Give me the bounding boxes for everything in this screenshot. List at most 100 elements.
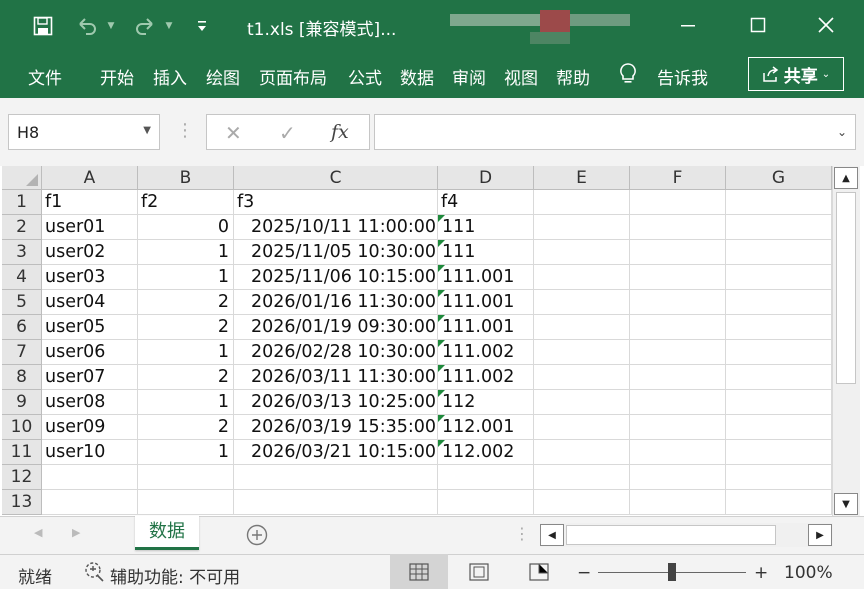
cell-c2[interactable]: 2025/10/11 11:00:00 [234,215,438,240]
cell-a4[interactable]: user03 [42,265,138,290]
cell-b3[interactable]: 1 [138,240,234,265]
page-layout-view-icon[interactable] [450,554,508,589]
cell-e12[interactable] [534,465,630,490]
share-button[interactable]: 共享 ⌄ [748,57,844,91]
cell-b9[interactable]: 1 [138,390,234,415]
error-indicator-icon[interactable] [438,390,445,397]
enter-icon[interactable]: ✓ [279,121,296,145]
cell-a3[interactable]: user02 [42,240,138,265]
cell-e9[interactable] [534,390,630,415]
cell-g6[interactable] [726,315,832,340]
cell-g8[interactable] [726,365,832,390]
cell-d3[interactable]: 111 [438,240,534,265]
error-indicator-icon[interactable] [438,215,445,222]
cell-f5[interactable] [630,290,726,315]
cell-a10[interactable]: user09 [42,415,138,440]
cell-f10[interactable] [630,415,726,440]
cell-e7[interactable] [534,340,630,365]
cell-a2[interactable]: user01 [42,215,138,240]
cell-g3[interactable] [726,240,832,265]
save-icon[interactable] [28,12,58,40]
horizontal-scroll-thumb[interactable] [566,525,776,545]
cell-g4[interactable] [726,265,832,290]
cell-e4[interactable] [534,265,630,290]
cell-f4[interactable] [630,265,726,290]
cell-g2[interactable] [726,215,832,240]
scroll-up-icon[interactable]: ▲ [834,167,858,189]
cell-f6[interactable] [630,315,726,340]
accessibility-status[interactable]: 辅助功能: 不可用 [110,563,240,588]
cell-g13[interactable] [726,490,832,515]
cell-a1[interactable]: f1 [42,190,138,215]
cell-d2[interactable]: 111 [438,215,534,240]
cell-e6[interactable] [534,315,630,340]
cell-a5[interactable]: user04 [42,290,138,315]
tab-review[interactable]: 审阅 [452,64,486,89]
row-header[interactable]: 10 [2,415,42,440]
close-icon[interactable] [802,8,850,42]
zoom-level[interactable]: 100% [784,563,833,583]
minimize-icon[interactable] [664,8,712,42]
cell-e13[interactable] [534,490,630,515]
customize-icon[interactable] [192,12,212,40]
cell-f3[interactable] [630,240,726,265]
row-header[interactable]: 2 [2,215,42,240]
error-indicator-icon[interactable] [438,240,445,247]
cell-f12[interactable] [630,465,726,490]
scroll-right-icon[interactable]: ▶ [808,524,832,546]
cell-a12[interactable] [42,465,138,490]
cell-b12[interactable] [138,465,234,490]
cell-e8[interactable] [534,365,630,390]
tell-me-search[interactable]: 告诉我 [657,64,708,89]
row-header[interactable]: 1 [2,190,42,215]
formula-input[interactable]: ⌄ [374,114,856,150]
cell-b1[interactable]: f2 [138,190,234,215]
tab-formulas[interactable]: 公式 [348,64,382,89]
cell-c8[interactable]: 2026/03/11 11:30:00 [234,365,438,390]
cell-a13[interactable] [42,490,138,515]
error-indicator-icon[interactable] [438,265,445,272]
row-header[interactable]: 12 [2,465,42,490]
cell-g11[interactable] [726,440,832,465]
sheet-tab-data[interactable]: 数据 [135,516,199,550]
next-sheet-icon[interactable]: ▶ [72,526,80,539]
cell-d7[interactable]: 111.002 [438,340,534,365]
page-break-view-icon[interactable] [510,554,568,589]
cell-d8[interactable]: 111.002 [438,365,534,390]
cell-e2[interactable] [534,215,630,240]
cell-e5[interactable] [534,290,630,315]
cell-d12[interactable] [438,465,534,490]
error-indicator-icon[interactable] [438,290,445,297]
cell-c6[interactable]: 2026/01/19 09:30:00 [234,315,438,340]
zoom-slider-thumb[interactable] [668,563,676,581]
row-header[interactable]: 6 [2,315,42,340]
tab-page-layout[interactable]: 页面布局 [259,64,327,89]
column-header-f[interactable]: F [630,166,726,190]
error-indicator-icon[interactable] [438,415,445,422]
cell-c9[interactable]: 2026/03/13 10:25:00 [234,390,438,415]
lightbulb-icon[interactable] [618,62,638,91]
cell-e1[interactable] [534,190,630,215]
cell-b6[interactable]: 2 [138,315,234,340]
cell-d9[interactable]: 112 [438,390,534,415]
vertical-scroll-thumb[interactable] [836,192,856,384]
cell-d11[interactable]: 112.002 [438,440,534,465]
normal-view-icon[interactable] [390,554,448,589]
tab-view[interactable]: 视图 [504,64,538,89]
column-header-b[interactable]: B [138,166,234,190]
cell-f8[interactable] [630,365,726,390]
undo-icon[interactable] [72,12,102,40]
tab-insert[interactable]: 插入 [153,64,187,89]
cell-c13[interactable] [234,490,438,515]
cell-d1[interactable]: f4 [438,190,534,215]
cell-d5[interactable]: 111.001 [438,290,534,315]
dropdown-icon[interactable]: ▼ [143,125,151,136]
splitter-icon[interactable]: ⋮ [514,524,530,543]
tab-help[interactable]: 帮助 [556,64,590,89]
cell-d6[interactable]: 111.001 [438,315,534,340]
cell-b4[interactable]: 1 [138,265,234,290]
cell-g9[interactable] [726,390,832,415]
row-header[interactable]: 3 [2,240,42,265]
column-header-g[interactable]: G [726,166,832,190]
cell-e11[interactable] [534,440,630,465]
